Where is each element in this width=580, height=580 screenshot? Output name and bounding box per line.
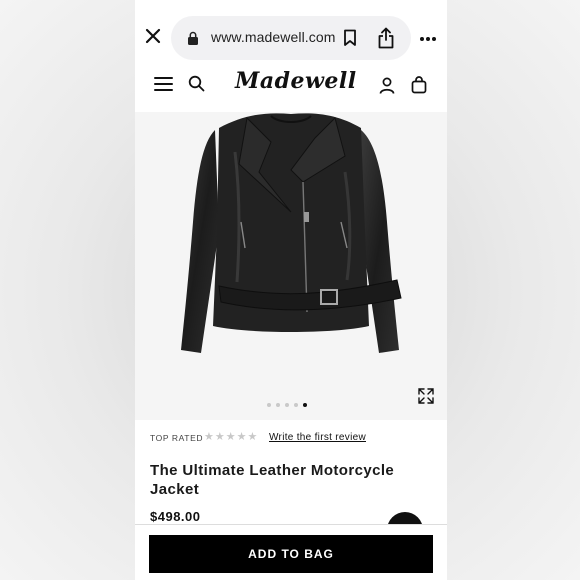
- star-icon: ★: [204, 431, 214, 443]
- gallery-dot[interactable]: [267, 403, 271, 407]
- shopping-bag-icon[interactable]: [411, 76, 427, 94]
- browser-toolbar: www.madewell.com: [135, 0, 447, 70]
- star-rating: ★ ★ ★ ★ ★: [204, 430, 257, 444]
- expand-icon[interactable]: [417, 387, 435, 405]
- star-icon: ★: [236, 431, 247, 443]
- hamburger-menu-icon[interactable]: [154, 76, 173, 92]
- sticky-cart-bar: ADD TO BAG: [135, 524, 447, 580]
- star-icon: ★: [225, 431, 236, 443]
- gallery-dot[interactable]: [294, 403, 298, 407]
- gallery-dot[interactable]: [303, 403, 307, 407]
- phone-screen: www.madewell.com Madewell TOP RATED ★ ★ …: [135, 0, 447, 580]
- address-bar[interactable]: www.madewell.com: [171, 16, 411, 60]
- product-image-gallery[interactable]: [135, 112, 447, 420]
- more-options-icon[interactable]: [419, 36, 437, 42]
- account-icon[interactable]: [379, 77, 395, 94]
- site-header: Madewell: [135, 68, 447, 112]
- gallery-pagination-dots[interactable]: [267, 403, 307, 409]
- add-to-bag-button[interactable]: ADD TO BAG: [149, 535, 433, 573]
- gallery-dot[interactable]: [285, 403, 289, 407]
- rating-row: TOP RATED ★ ★ ★ ★ ★ Write the first review: [150, 431, 440, 447]
- search-icon[interactable]: [188, 75, 205, 92]
- leather-jacket-image: [181, 113, 402, 353]
- madewell-logo[interactable]: Madewell: [235, 68, 356, 94]
- top-rated-label: TOP RATED: [150, 433, 204, 443]
- bookmark-icon[interactable]: [343, 29, 357, 47]
- write-review-link[interactable]: Write the first review: [269, 432, 366, 443]
- star-icon: ★: [247, 431, 258, 443]
- close-icon[interactable]: [145, 28, 161, 44]
- url-text: www.madewell.com: [211, 29, 336, 45]
- product-price: $498.00: [150, 509, 201, 524]
- star-icon: ★: [214, 431, 225, 443]
- product-title: The Ultimate Leather Motorcycle Jacket: [150, 462, 395, 498]
- share-icon[interactable]: [377, 27, 395, 49]
- lock-icon: [188, 31, 198, 45]
- gallery-dot[interactable]: [276, 403, 280, 407]
